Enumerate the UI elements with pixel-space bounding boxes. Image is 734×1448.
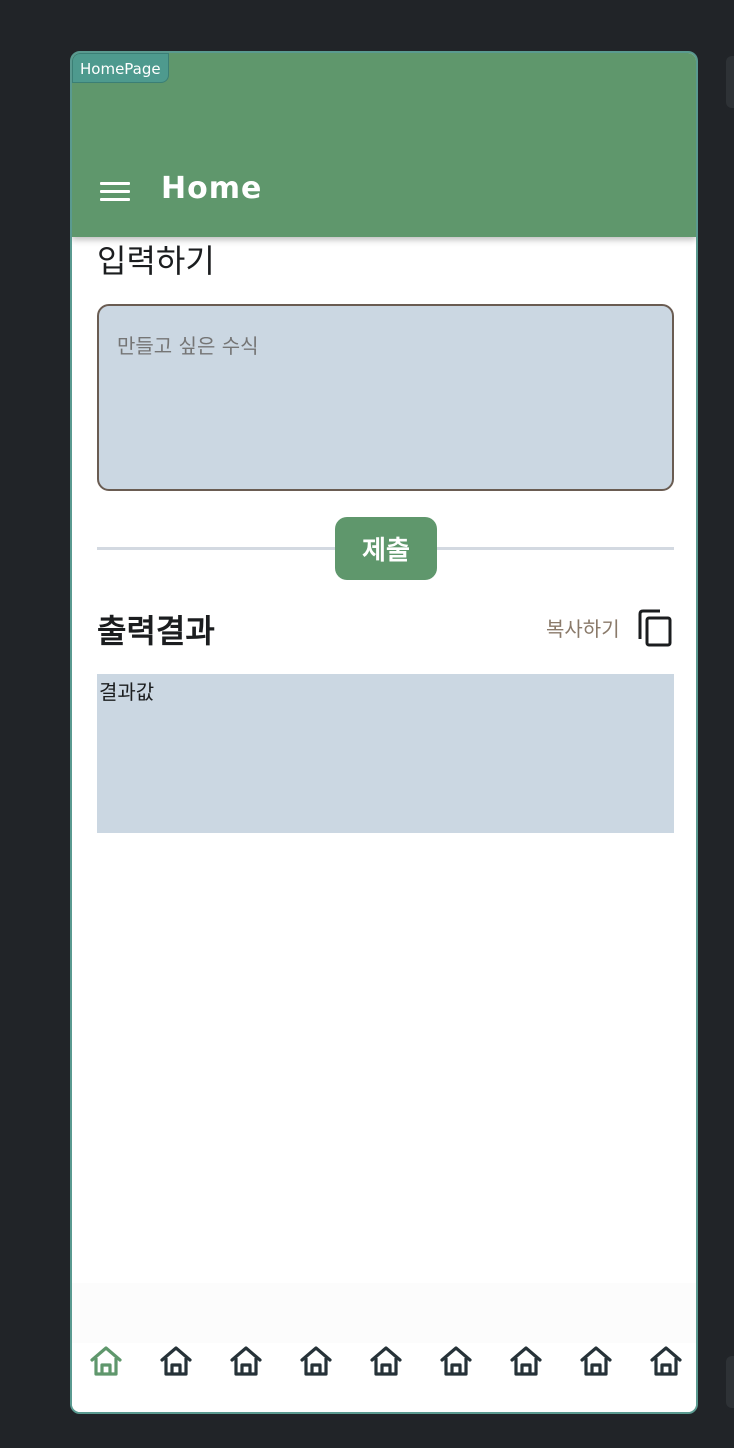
home-icon[interactable] <box>508 1343 546 1381</box>
device-frame: HomePage Home 입력하기 제출 출력결과 복사하기 결과값 <box>70 51 698 1414</box>
submit-button[interactable]: 제출 <box>335 517 437 580</box>
input-heading: 입력하기 <box>97 242 215 280</box>
home-icon[interactable] <box>88 1343 126 1381</box>
formula-input[interactable] <box>97 304 674 491</box>
copy-icon[interactable] <box>638 609 672 647</box>
copy-label[interactable]: 복사하기 <box>546 613 620 642</box>
menu-icon[interactable] <box>100 182 130 204</box>
home-icon[interactable] <box>438 1343 476 1381</box>
bottom-nav <box>72 1283 696 1412</box>
home-icon[interactable] <box>648 1343 686 1381</box>
side-tab-top <box>726 56 734 108</box>
home-icon[interactable] <box>368 1343 406 1381</box>
page-tag: HomePage <box>72 53 169 83</box>
app-title: Home <box>161 171 263 206</box>
result-box: 결과값 <box>97 674 674 833</box>
side-tab-bottom <box>726 1356 734 1408</box>
home-icon[interactable] <box>228 1343 266 1381</box>
home-icon[interactable] <box>578 1343 616 1381</box>
home-icon[interactable] <box>158 1343 196 1381</box>
home-icon[interactable] <box>298 1343 336 1381</box>
output-heading: 출력결과 <box>97 612 215 650</box>
